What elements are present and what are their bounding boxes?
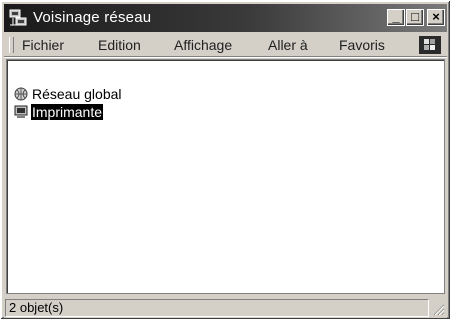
menu-item-favoris[interactable]: Favoris xyxy=(337,36,387,54)
file-list-pane[interactable]: Réseau global Imprimante xyxy=(6,59,445,294)
network-neighborhood-icon xyxy=(9,9,27,26)
menu-item-fichier[interactable]: Fichier xyxy=(20,36,66,54)
minimize-button[interactable]: _ xyxy=(387,9,405,26)
maximize-icon: □ xyxy=(411,9,419,24)
list-item-label: Réseau global xyxy=(32,86,122,102)
maximize-button[interactable]: □ xyxy=(406,9,424,26)
title-bar[interactable]: Voisinage réseau _ □ × xyxy=(4,4,447,32)
explorer-window: Voisinage réseau _ □ × Fichier Edition A… xyxy=(0,0,451,320)
menu-item-affichage[interactable]: Affichage xyxy=(172,36,234,54)
minimize-icon: _ xyxy=(392,9,400,24)
list-item-label: Imprimante xyxy=(31,104,104,120)
network-globe-icon xyxy=(14,87,28,101)
computer-icon xyxy=(14,105,28,118)
close-button[interactable]: × xyxy=(427,9,445,26)
windows-logo-icon xyxy=(419,36,441,54)
close-icon: × xyxy=(432,9,440,24)
resize-grip-icon[interactable] xyxy=(431,302,445,316)
menu-item-edition[interactable]: Edition xyxy=(96,36,143,54)
status-bar: 2 objet(s) xyxy=(4,298,447,318)
status-text: 2 objet(s) xyxy=(5,299,429,317)
menu-bar: Fichier Edition Affichage Aller à Favori… xyxy=(4,34,447,57)
menubar-grip[interactable] xyxy=(9,37,14,53)
menu-item-aller-a[interactable]: Aller à xyxy=(266,36,310,54)
window-title: Voisinage réseau xyxy=(33,9,152,26)
